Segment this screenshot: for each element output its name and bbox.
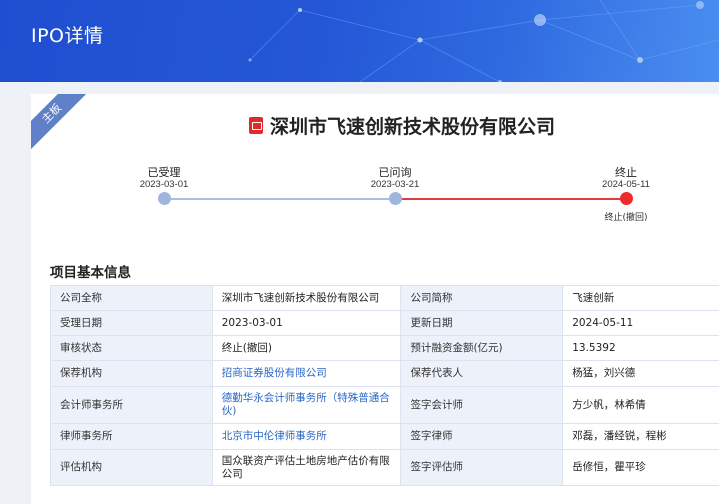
table-row: 受理日期 2023-03-01 更新日期 2024-05-11: [50, 310, 719, 336]
table-row: 评估机构 国众联资产评估土地房地产估价有限公司 签字评估师 岳修恒，瞿平珍: [50, 449, 719, 486]
table-row: 公司全称 深圳市飞速创新技术股份有限公司 公司简称 飞速创新: [50, 285, 719, 311]
table-row: 会计师事务所 德勤华永会计师事务所（特殊普通合伙) 签字会计师 方少帆，林希倩: [50, 386, 719, 424]
table-value: 2023-03-01: [211, 310, 402, 336]
ipo-detail-card: 主板 深圳市飞速创新技术股份有限公司 已受理 2023-03-01 已问询 20…: [31, 94, 719, 504]
sponsor-link[interactable]: 招商证券股份有限公司: [211, 360, 402, 387]
table-value: 邓磊，潘经锐，程彬: [562, 423, 719, 450]
accounting-firm-link[interactable]: 德勤华永会计师事务所（特殊普通合伙): [211, 386, 402, 424]
table-key: 保荐代表人: [400, 360, 564, 387]
timeline-node-accepted: [158, 192, 171, 205]
section-title: 项目基本信息: [50, 265, 131, 281]
board-ribbon: 主板: [31, 94, 91, 154]
law-firm-link[interactable]: 北京市中伦律师事务所: [211, 423, 402, 450]
table-key: 评估机构: [50, 449, 213, 486]
timeline-line-terminated: [395, 198, 626, 200]
timeline-step-label: 已受理: [147, 166, 181, 179]
page-title: IPO详情: [31, 25, 104, 47]
company-name: 深圳市飞速创新技术股份有限公司: [270, 116, 556, 138]
table-key: 保荐机构: [50, 360, 213, 387]
table-value: 飞速创新: [562, 285, 719, 311]
table-key: 受理日期: [50, 310, 213, 336]
table-key: 公司简称: [400, 285, 564, 311]
table-value: 2024-05-11: [562, 310, 719, 336]
timeline-step-label: 终止: [615, 166, 637, 179]
table-row: 保荐机构 招商证券股份有限公司 保荐代表人 杨猛，刘兴德: [50, 360, 719, 387]
board-badge: 主板: [31, 94, 91, 153]
table-key: 签字会计师: [400, 386, 564, 424]
project-info-table: 公司全称 深圳市飞速创新技术股份有限公司 公司简称 飞速创新 受理日期 2023…: [50, 285, 719, 486]
table-key: 公司全称: [50, 285, 213, 311]
timeline-step-date: 2023-03-21: [370, 179, 420, 190]
timeline-step-sublabel: 终止(撤回): [604, 213, 648, 223]
table-key: 审核状态: [50, 335, 213, 361]
review-timeline: 已受理 2023-03-01 已问询 2023-03-21 终止 2024-05…: [31, 164, 719, 224]
header-banner: IPO详情: [0, 0, 719, 82]
table-value: 深圳市飞速创新技术股份有限公司: [211, 285, 402, 311]
table-value: 国众联资产评估土地房地产估价有限公司: [211, 449, 402, 486]
table-value: 杨猛，刘兴德: [562, 360, 719, 387]
table-value: 13.5392: [562, 335, 719, 361]
table-key: 会计师事务所: [50, 386, 213, 424]
table-key: 签字评估师: [400, 449, 564, 486]
company-doc-icon: [249, 117, 263, 134]
table-key: 签字律师: [400, 423, 564, 450]
table-key: 律师事务所: [50, 423, 213, 450]
table-value: 终止(撤回): [211, 335, 402, 361]
table-row: 审核状态 终止(撤回) 预计融资金额(亿元) 13.5392: [50, 335, 719, 361]
timeline-step-date: 2023-03-01: [139, 179, 189, 190]
timeline-node-inquired: [389, 192, 402, 205]
table-key: 预计融资金额(亿元): [400, 335, 564, 361]
timeline-node-terminated: [620, 192, 633, 205]
network-decoration: [248, 0, 719, 82]
table-value: 方少帆，林希倩: [562, 386, 719, 424]
timeline-step-label: 已问询: [378, 166, 412, 179]
table-value: 岳修恒，瞿平珍: [562, 449, 719, 486]
timeline-step-date: 2024-05-11: [602, 179, 650, 190]
timeline-line-done: [164, 198, 395, 200]
company-header: 深圳市飞速创新技术股份有限公司: [249, 112, 555, 139]
table-row: 律师事务所 北京市中伦律师事务所 签字律师 邓磊，潘经锐，程彬: [50, 423, 719, 450]
table-key: 更新日期: [400, 310, 564, 336]
